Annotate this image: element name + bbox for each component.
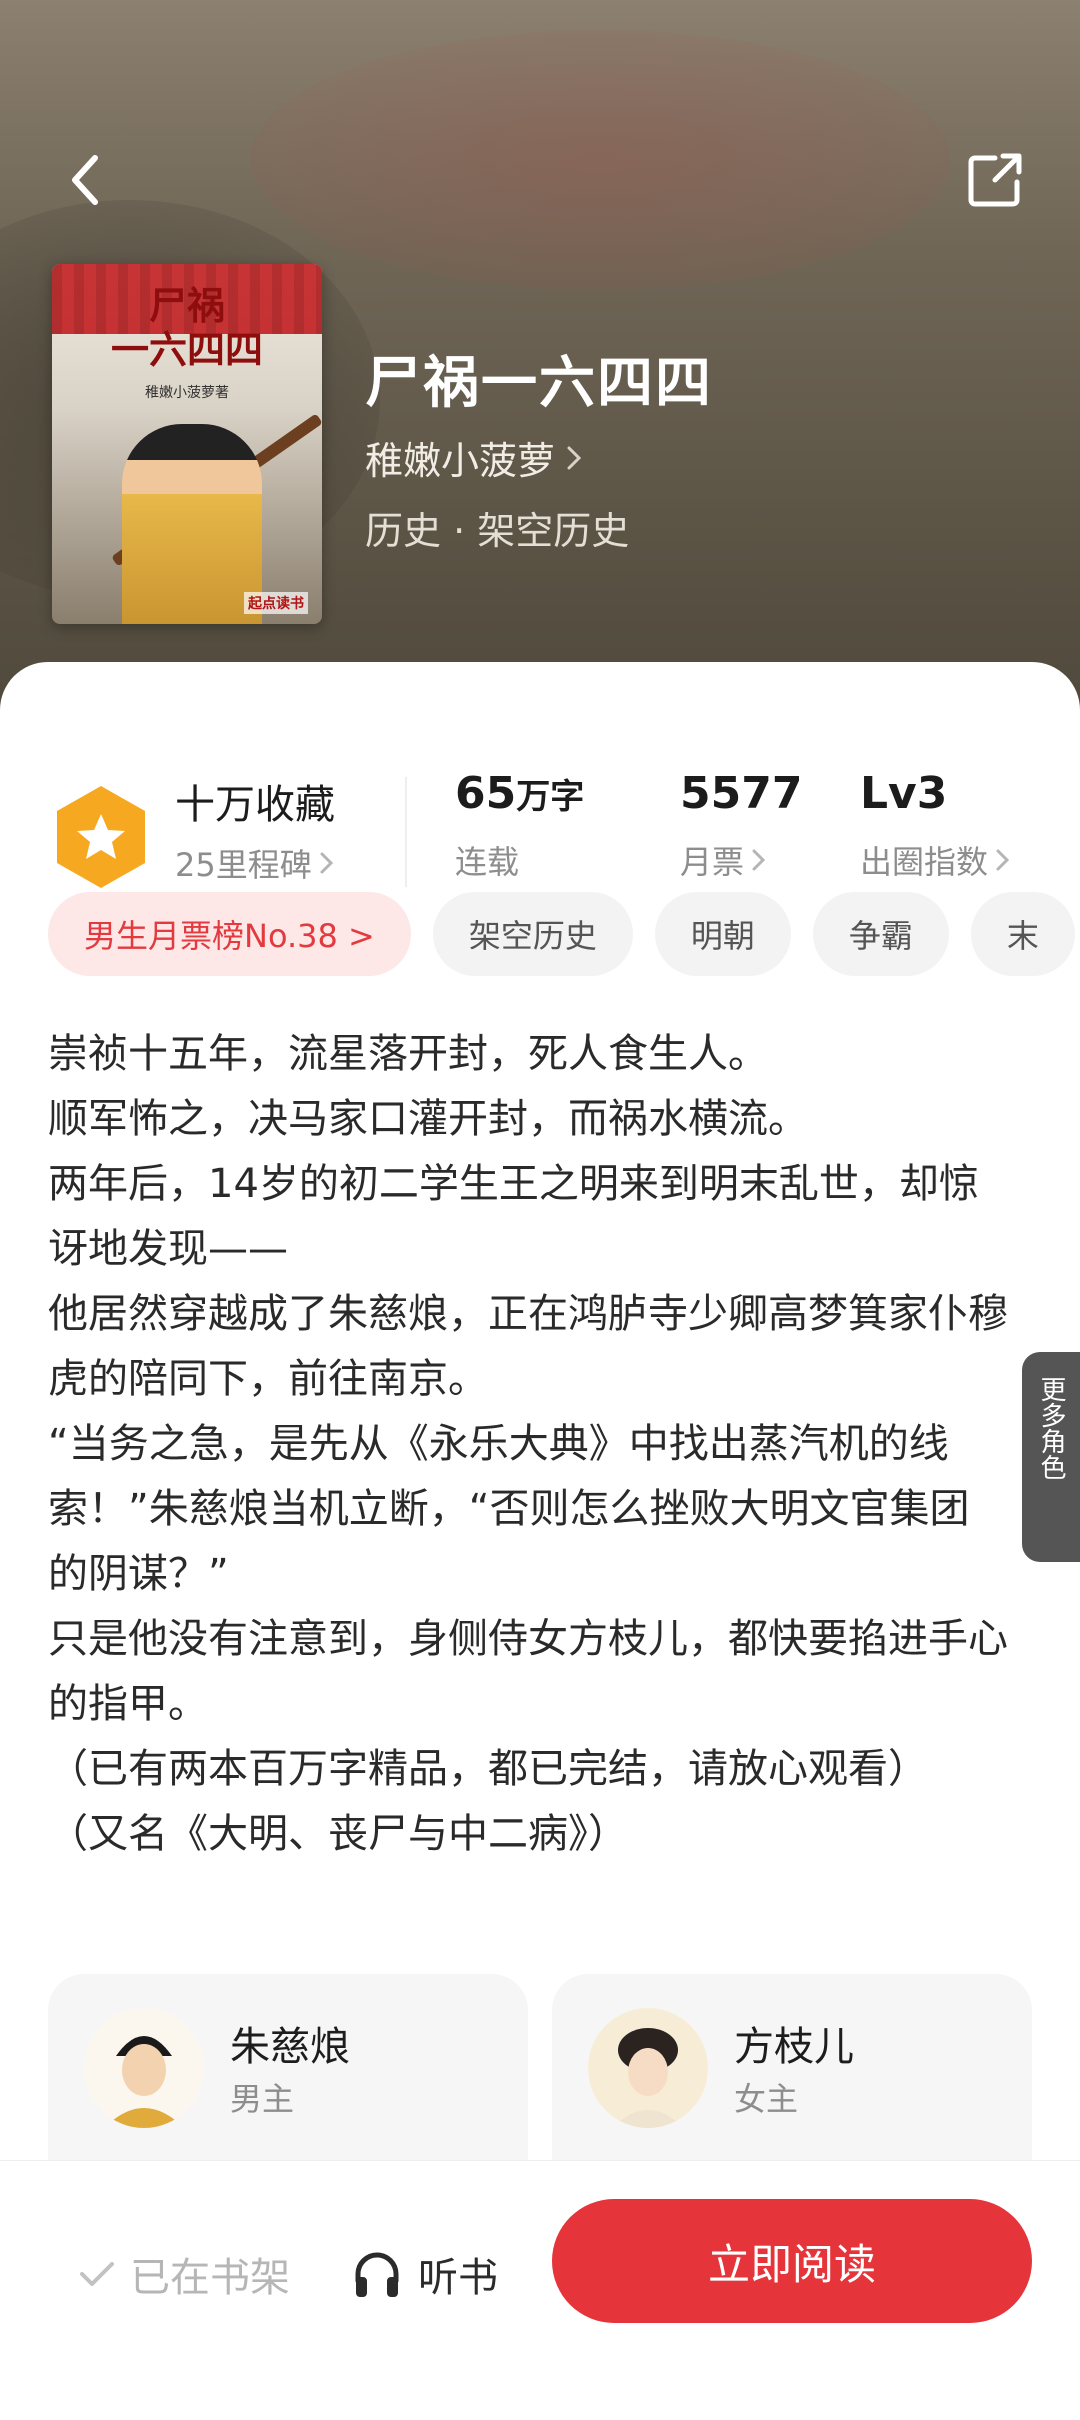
popularity-level: Lv3 xyxy=(860,768,948,819)
book-genre: 历史 · 架空历史 xyxy=(365,509,630,553)
word-count-value: 65万字 xyxy=(455,768,584,819)
share-button[interactable] xyxy=(960,145,1030,215)
milestone-link[interactable]: 25里程碑 xyxy=(175,840,336,886)
listen-label: 听书 xyxy=(418,2255,498,2301)
author-link[interactable]: 稚嫩小菠萝 xyxy=(365,430,583,485)
book-title: 尸祸一六四四 xyxy=(365,350,713,416)
tag-conquest[interactable]: 争霸 xyxy=(812,892,949,976)
listen-button[interactable]: 听书 xyxy=(350,2245,498,2303)
character-name: 朱慈烺 xyxy=(230,2024,350,2070)
chevron-right-icon xyxy=(752,849,766,871)
milestone-label: 25里程碑 xyxy=(175,846,312,884)
bottom-action-bar: 已在书架 听书 立即阅读 xyxy=(0,2160,1080,2420)
star-badge-icon xyxy=(57,786,145,888)
character-role: 女主 xyxy=(734,2080,799,2118)
on-shelf-label: 已在书架 xyxy=(130,2255,290,2301)
synopsis-line: （又名《大明、丧尸与中二病》） xyxy=(48,1811,628,1857)
synopsis-line: 顺军怖之，决马家口灌开封，而祸水横流。 xyxy=(48,1096,808,1142)
synopsis-line: 他居然穿越成了朱慈烺，正在鸿胪寺少卿高梦箕家仆穆虎的陪同下，前往南京。 xyxy=(48,1291,1008,1402)
synopsis-line: 崇祯十五年，流星落开封，死人食生人。 xyxy=(48,1031,768,1077)
character-role: 男主 xyxy=(230,2080,295,2118)
cover-figure xyxy=(122,424,262,624)
character-name: 方枝儿 xyxy=(734,2024,854,2070)
synopsis-line: “当务之急，是先从《永乐大典》中找出蒸汽机的线索！”朱慈烺当机立断，“否则怎么挫… xyxy=(48,1421,970,1597)
on-shelf-button[interactable]: 已在书架 xyxy=(78,2245,290,2303)
synopsis-line: 两年后，14岁的初二学生王之明来到明末乱世，却惊讶地发现—— xyxy=(48,1161,979,1272)
check-icon xyxy=(80,2262,114,2286)
serial-status: 连载 xyxy=(455,843,520,881)
book-cover[interactable]: 尸祸 一六四四 稚嫩小菠萝著 起点读书 xyxy=(52,264,322,624)
chevron-right-icon xyxy=(320,852,333,874)
popularity-index-label: 出圈指数 xyxy=(860,837,1012,883)
monthly-tickets-stat[interactable]: 5577 月票 xyxy=(680,768,802,883)
background-blur-1 xyxy=(250,30,950,290)
avatar-portrait-icon xyxy=(588,2008,708,2128)
author-name: 稚嫩小菠萝 xyxy=(365,439,556,483)
back-button[interactable] xyxy=(55,145,115,215)
cover-title-line1: 尸祸 xyxy=(148,283,225,328)
share-icon xyxy=(968,153,1022,207)
book-detail-sheet: 十万收藏 25里程碑 65万字 连载 5577 月票 Lv3 出圈指数 男生月票… xyxy=(0,662,1080,2420)
chevron-right-icon xyxy=(996,849,1010,871)
cover-publisher: 起点读书 xyxy=(244,592,308,614)
collect-count: 十万收藏 xyxy=(175,782,335,828)
headphones-icon xyxy=(355,2252,399,2297)
synopsis-line: （已有两本百万字精品，都已完结，请放心观看） xyxy=(48,1746,928,1792)
collect-stat[interactable]: 十万收藏 25里程碑 xyxy=(175,772,336,886)
rank-tag[interactable]: 男生月票榜No.38 > xyxy=(48,892,411,976)
read-now-button[interactable]: 立即阅读 xyxy=(552,2199,1032,2323)
synopsis-line: 只是他没有注意到，身侧侍女方枝儿，都快要掐进手心的指甲。 xyxy=(48,1616,1008,1727)
tag-alt-history[interactable]: 架空历史 xyxy=(432,892,633,976)
monthly-tickets-value: 5577 xyxy=(680,768,803,819)
monthly-tickets-text: 月票 xyxy=(680,843,745,881)
tag-more[interactable]: 末 xyxy=(970,892,1075,976)
cover-title-line2: 一六四四 xyxy=(110,327,263,372)
avatar-portrait-icon xyxy=(84,2008,204,2128)
tag-row: 男生月票榜No.38 > 架空历史 明朝 争霸 末 xyxy=(48,892,1080,978)
monthly-tickets-label: 月票 xyxy=(680,837,802,883)
chevron-right-icon xyxy=(567,446,582,469)
tag-ming-dynasty[interactable]: 明朝 xyxy=(654,892,791,976)
chevron-left-icon xyxy=(72,155,98,205)
popularity-index-text: 出圈指数 xyxy=(860,843,989,881)
book-synopsis[interactable]: 崇祯十五年，流星落开封，死人食生人。 顺军怖之，决马家口灌开封，而祸水横流。 两… xyxy=(48,1022,1008,1867)
cover-title: 尸祸 一六四四 xyxy=(52,284,322,372)
word-count-number: 65 xyxy=(455,768,517,819)
character-avatar xyxy=(84,2008,204,2128)
stats-row: 十万收藏 25里程碑 65万字 连载 5577 月票 Lv3 出圈指数 xyxy=(0,722,1080,888)
stats-divider xyxy=(405,777,407,887)
more-roles-button[interactable]: 更多角色 xyxy=(1022,1352,1080,1562)
popularity-index-stat[interactable]: Lv3 出圈指数 xyxy=(860,768,1012,883)
word-count-unit: 万字 xyxy=(516,777,585,817)
cover-author: 稚嫩小菠萝著 xyxy=(145,385,229,401)
word-count-stat: 65万字 连载 xyxy=(455,768,584,883)
character-avatar xyxy=(588,2008,708,2128)
